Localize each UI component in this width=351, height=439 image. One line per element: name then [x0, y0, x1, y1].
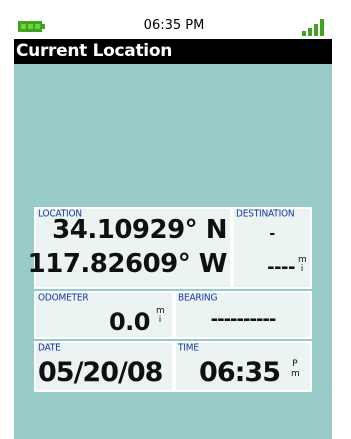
- destination-unit-i: i: [300, 264, 304, 274]
- title-bar: Current Location: [14, 39, 332, 64]
- time-ampm-m: m: [291, 369, 300, 379]
- date-value: 05/20/08: [38, 357, 163, 388]
- date-label: DATE: [38, 343, 61, 354]
- battery-full-icon: [18, 21, 45, 32]
- status-time: 06:35 PM: [143, 18, 205, 33]
- odometer-label: ODOMETER: [38, 293, 89, 304]
- time-panel: TIME 06:35 P m: [174, 341, 312, 392]
- signal-strength-icon: [302, 19, 324, 36]
- odometer-value: 0.0: [108, 308, 151, 336]
- status-bar: 06:35 PM: [14, 16, 332, 39]
- latitude-value: 34.10929° N: [52, 215, 227, 245]
- location-panel: LOCATION 34.10929° N 117.82609° W: [28, 207, 232, 289]
- destination-panel: DESTINATION - ---- m i: [232, 207, 312, 289]
- bearing-panel: BEARING ----------: [174, 291, 312, 339]
- odometer-panel: ODOMETER 0.0 m i: [34, 291, 174, 339]
- destination-value: -: [269, 226, 275, 242]
- odometer-unit-i: i: [158, 315, 162, 325]
- date-panel: DATE 05/20/08: [34, 341, 174, 392]
- bearing-value: ----------: [210, 309, 277, 330]
- time-label: TIME: [178, 343, 199, 354]
- longitude-value: 117.82609° W: [27, 249, 228, 279]
- destination-distance: ----: [267, 257, 295, 278]
- gps-screen: 06:35 PM Current Location LOCATION 34.10…: [14, 16, 332, 439]
- bearing-label: BEARING: [178, 293, 218, 304]
- page-title: Current Location: [16, 41, 173, 61]
- time-value: 06:35: [199, 357, 281, 388]
- time-ampm-p: P: [292, 359, 298, 369]
- destination-label: DESTINATION: [236, 209, 295, 220]
